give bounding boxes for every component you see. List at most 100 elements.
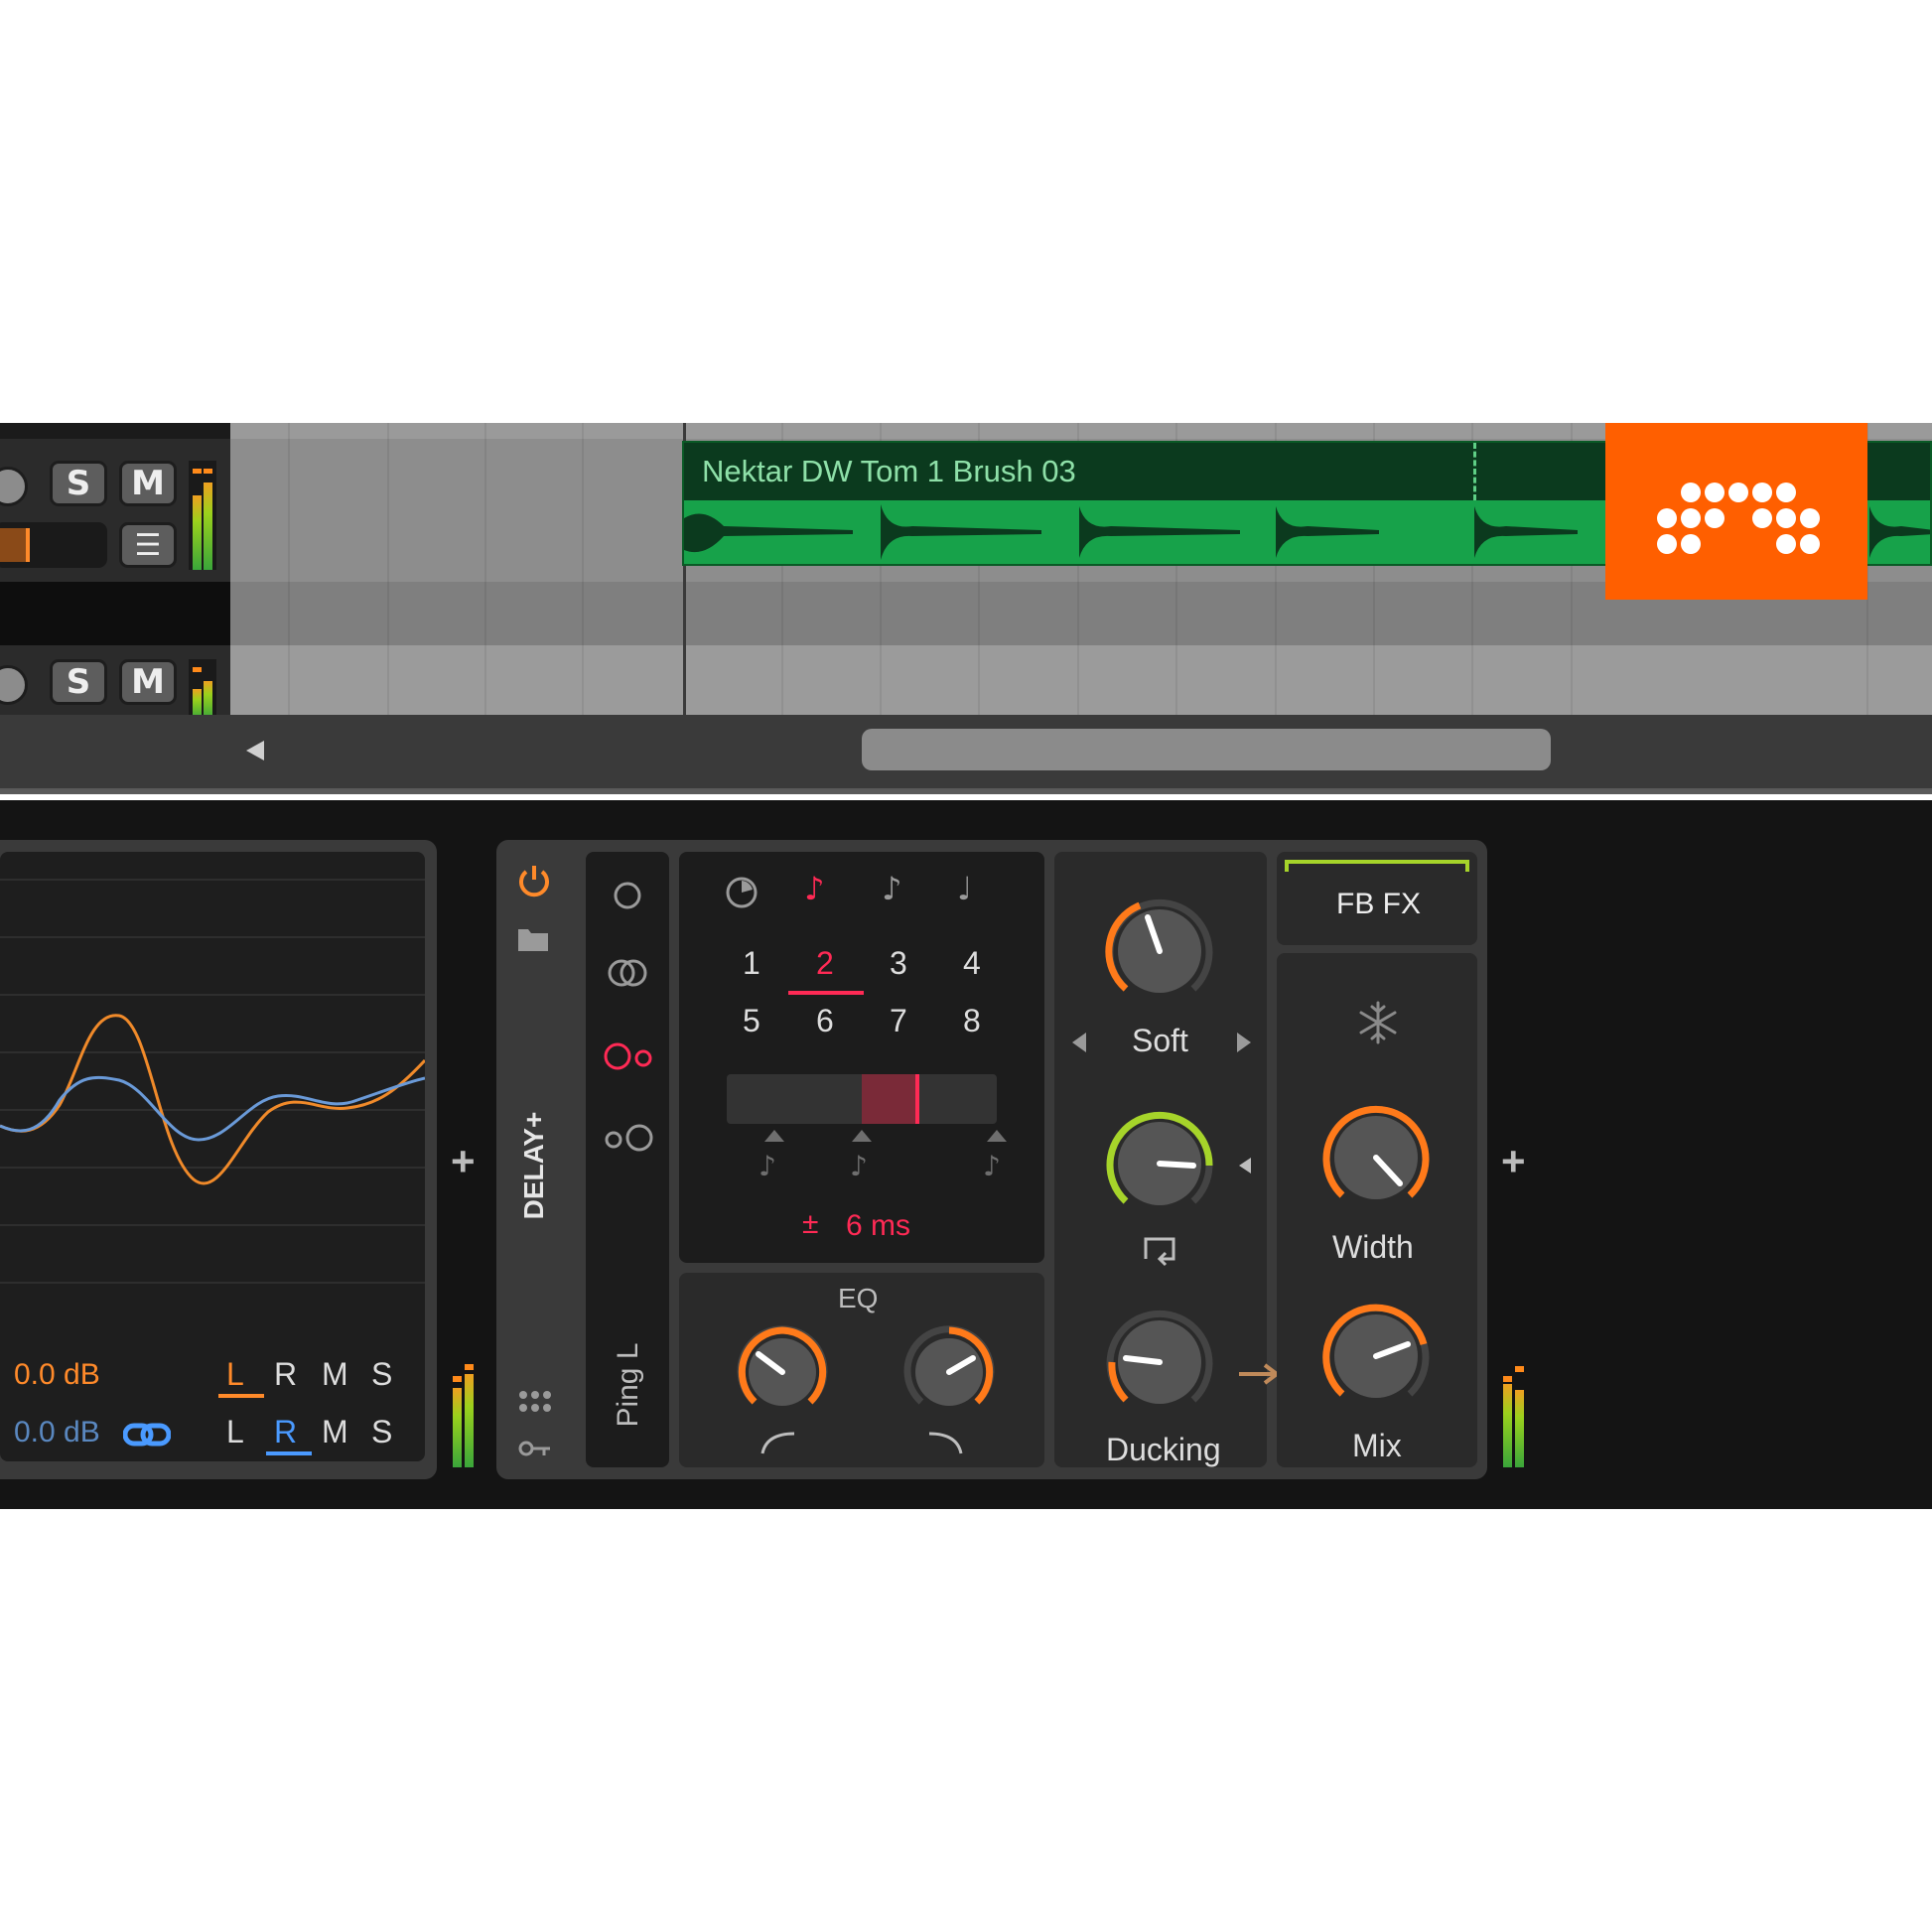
power-icon[interactable] xyxy=(516,862,552,897)
eq-high-cut-knob[interactable] xyxy=(890,1312,1009,1432)
snowflake-icon[interactable] xyxy=(1354,999,1402,1046)
device-level-meter xyxy=(451,1356,479,1467)
low-cut-shape-icon xyxy=(760,1432,795,1454)
fb-fx-bracket xyxy=(1285,860,1469,872)
number-selected-indicator xyxy=(788,991,864,995)
channel-selected-indicator-row2 xyxy=(266,1451,312,1455)
delay-plus-device: DELAY+ Ping L ♪ ♪ ♩ 1 2 3 4 5 6 7 8 ♪ ♪ … xyxy=(496,840,1487,1479)
scope-device: 0.0 dB 0.0 dB L R M S L R M S xyxy=(0,840,437,1479)
number-8[interactable]: 8 xyxy=(963,1003,981,1039)
scroll-left-icon[interactable] xyxy=(244,739,266,762)
track-level-meter xyxy=(189,659,216,715)
quarter-note-icon[interactable]: ♩ xyxy=(957,870,972,907)
track-header-1: S M ☰ xyxy=(0,439,230,582)
width-label: Width xyxy=(1332,1229,1414,1265)
track-menu-button[interactable]: ☰ xyxy=(119,522,177,568)
eq-section: EQ xyxy=(679,1273,1044,1467)
triplet-note-icon: ♪ xyxy=(759,1150,776,1182)
number-3[interactable]: 3 xyxy=(890,945,907,982)
scope-display: 0.0 dB 0.0 dB L R M S L R M S xyxy=(0,852,427,1461)
preset-name[interactable]: Ping L xyxy=(612,1330,645,1440)
saturation-mode[interactable]: Soft xyxy=(1132,1023,1188,1059)
mode-ping-right-icon[interactable] xyxy=(602,1122,657,1154)
record-arm-button[interactable] xyxy=(0,665,28,705)
track-header-gap xyxy=(0,582,230,645)
track-level-meter xyxy=(189,461,216,570)
mode-mono-icon[interactable] xyxy=(612,880,643,911)
offset-sign: ± xyxy=(802,1207,819,1240)
modulators-icon[interactable] xyxy=(518,1390,552,1414)
solo-button[interactable]: S xyxy=(50,659,107,705)
feedback-loop-icon xyxy=(1144,1237,1175,1267)
gain-right-value[interactable]: 0.0 dB xyxy=(14,1416,100,1449)
ducking-knob[interactable] xyxy=(1090,1293,1229,1432)
horizontal-scrollbar[interactable] xyxy=(0,715,1932,794)
record-arm-button[interactable] xyxy=(0,467,28,506)
volume-fader-fill xyxy=(0,528,30,562)
eighth-note-icon[interactable]: ♪ xyxy=(882,870,901,907)
channel-s-row2[interactable]: S xyxy=(371,1414,392,1450)
width-knob[interactable] xyxy=(1307,1088,1446,1227)
ducking-label: Ducking xyxy=(1106,1432,1221,1467)
offset-value[interactable]: 6 ms xyxy=(846,1209,910,1243)
feedback-section: Soft Ducking xyxy=(1054,852,1267,1467)
straight-marker-icon[interactable] xyxy=(850,1128,874,1144)
mode-stereo-icon[interactable] xyxy=(606,957,649,989)
fb-fx-label: FB FX xyxy=(1336,888,1422,920)
fb-fx-slot[interactable]: FB FX xyxy=(1277,852,1477,945)
output-section: Width Mix xyxy=(1277,953,1477,1467)
number-1[interactable]: 1 xyxy=(743,945,760,982)
number-2[interactable]: 2 xyxy=(816,945,834,982)
sixteenth-note-icon[interactable]: ♪ xyxy=(804,870,824,907)
channel-r-row1[interactable]: R xyxy=(274,1356,297,1393)
eq-low-cut-knob[interactable] xyxy=(723,1312,842,1432)
track-header-2: S M xyxy=(0,645,230,715)
mode-ping-left-icon[interactable] xyxy=(602,1040,657,1072)
channel-r-row2[interactable]: R xyxy=(274,1414,297,1450)
saturation-next-icon[interactable] xyxy=(1233,1031,1253,1054)
channel-m-row1[interactable]: M xyxy=(322,1356,348,1393)
bitwig-logo xyxy=(1605,423,1867,600)
add-device-button[interactable]: + xyxy=(451,1138,476,1185)
link-icon[interactable] xyxy=(123,1422,171,1448)
folder-icon[interactable] xyxy=(516,925,550,953)
delay-output-meter xyxy=(1501,1362,1529,1467)
mode-column: Ping L xyxy=(586,852,669,1467)
clip-loop-marker[interactable] xyxy=(1473,443,1476,500)
number-5[interactable]: 5 xyxy=(743,1003,760,1039)
gain-left-value[interactable]: 0.0 dB xyxy=(14,1358,100,1392)
mix-label: Mix xyxy=(1352,1428,1402,1463)
mute-button[interactable]: M xyxy=(119,659,177,705)
timing-section: ♪ ♪ ♩ 1 2 3 4 5 6 7 8 ♪ ♪ ♪ ± 6 ms xyxy=(679,852,1044,1263)
device-chain: 0.0 dB 0.0 dB L R M S L R M S + DELAY+ P… xyxy=(0,800,1932,1509)
scrollbar-thumb[interactable] xyxy=(862,729,1551,770)
solo-button[interactable]: S xyxy=(50,461,107,506)
channel-selected-indicator-row1 xyxy=(218,1394,264,1398)
saturation-prev-icon[interactable] xyxy=(1070,1031,1090,1054)
key-icon[interactable] xyxy=(518,1438,552,1459)
saturation-knob[interactable] xyxy=(1090,882,1229,1021)
volume-fader[interactable] xyxy=(0,522,107,568)
mute-button[interactable]: M xyxy=(119,461,177,506)
groove-slider[interactable] xyxy=(727,1074,997,1124)
feedback-modulation-marker xyxy=(1239,1158,1251,1173)
hamburger-icon: ☰ xyxy=(134,527,162,563)
channel-l-row2[interactable]: L xyxy=(226,1414,244,1450)
number-7[interactable]: 7 xyxy=(890,1003,907,1039)
groove-slider-handle[interactable] xyxy=(915,1074,919,1124)
channel-l-row1[interactable]: L xyxy=(226,1356,244,1393)
dotted-marker-icon[interactable] xyxy=(985,1128,1009,1144)
mix-knob[interactable] xyxy=(1307,1287,1446,1426)
triplet-marker-icon[interactable] xyxy=(762,1128,786,1144)
time-ms-icon[interactable] xyxy=(725,876,759,909)
channel-m-row2[interactable]: M xyxy=(322,1414,348,1450)
scope-waveform xyxy=(0,879,427,1284)
dotted-note-icon: ♪ xyxy=(983,1150,1001,1182)
eq-label: EQ xyxy=(838,1283,879,1313)
groove-slider-fill xyxy=(862,1074,919,1124)
feedback-knob[interactable] xyxy=(1090,1094,1229,1233)
add-device-button-end[interactable]: + xyxy=(1501,1138,1526,1185)
number-6[interactable]: 6 xyxy=(816,1003,834,1039)
channel-s-row1[interactable]: S xyxy=(371,1356,392,1393)
number-4[interactable]: 4 xyxy=(963,945,981,982)
